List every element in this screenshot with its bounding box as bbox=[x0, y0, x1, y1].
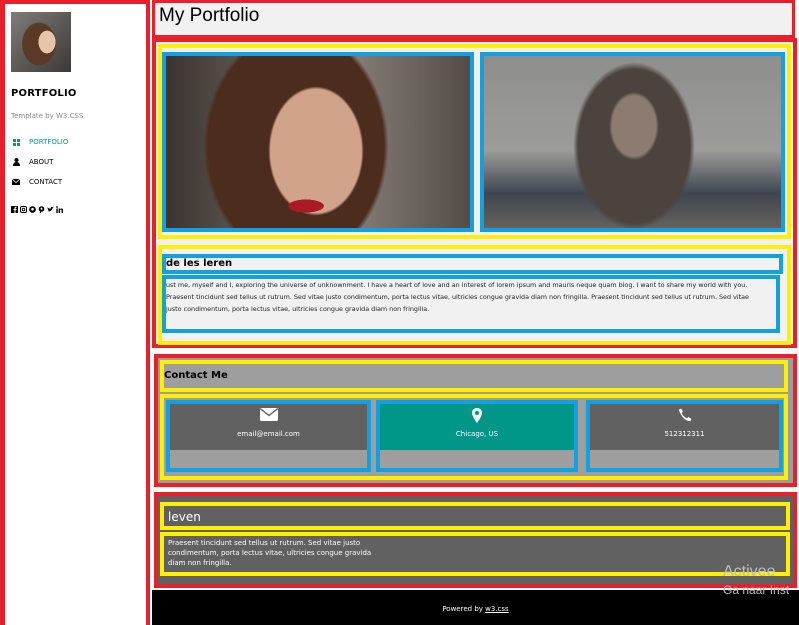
grid-icon bbox=[11, 137, 21, 147]
contact-email: email@email.com bbox=[237, 430, 300, 438]
envelope-icon bbox=[11, 177, 21, 187]
linkedin-icon[interactable] bbox=[56, 198, 63, 213]
watermark-line: Activee bbox=[723, 563, 776, 580]
instagram-icon[interactable] bbox=[20, 198, 27, 213]
about-block: de les leren ust me, myself and I, explo… bbox=[158, 245, 791, 345]
brand-title: PORTFOLIO bbox=[11, 88, 77, 99]
footer-link[interactable]: w3.css bbox=[485, 605, 509, 613]
sidebar-nav: PORTFOLIO ABOUT CONTACT bbox=[11, 132, 141, 192]
main-content: My Portfolio de les leren ust me, myself… bbox=[152, 0, 799, 625]
contact-heading-container: Contact Me bbox=[160, 360, 788, 392]
pinterest-icon[interactable] bbox=[38, 198, 45, 214]
about-text-line: Praesent tincidunt sed tellus ut rutrum.… bbox=[166, 293, 749, 301]
portfolio-photo[interactable] bbox=[162, 52, 474, 232]
portfolio-photo[interactable] bbox=[480, 52, 785, 232]
leven-text: Praesent tincidunt sed tellus ut rutrum.… bbox=[168, 539, 372, 567]
sidebar-item-label: CONTACT bbox=[29, 178, 63, 186]
phone-icon bbox=[590, 408, 779, 424]
twitter-icon[interactable] bbox=[47, 198, 54, 212]
footer-prefix: Powered by bbox=[442, 605, 486, 613]
about-heading: de les leren bbox=[166, 258, 233, 269]
about-text-line: justo condimentum, porta lectus vitae, u… bbox=[166, 305, 430, 313]
map-marker-icon bbox=[380, 408, 574, 424]
user-icon bbox=[11, 157, 21, 167]
contact-cards: email@email.com Chicago, US 512312311 bbox=[160, 394, 788, 480]
sidebar: PORTFOLIO Template by W3.CSS PORTFOLIO A… bbox=[0, 0, 150, 625]
about-text-line: ust me, myself and I, exploring the univ… bbox=[166, 281, 748, 289]
contact-section: Contact Me email@email.com Chicago, US 5… bbox=[154, 354, 797, 487]
about-text-container: ust me, myself and I, exploring the univ… bbox=[162, 275, 780, 333]
social-links bbox=[11, 198, 63, 214]
sidebar-item-label: ABOUT bbox=[29, 158, 54, 166]
portfolio-section: de les leren ust me, myself and I, explo… bbox=[152, 38, 797, 348]
contact-card-email[interactable]: email@email.com bbox=[166, 400, 371, 472]
activation-watermark: Activee Ga naar Inst bbox=[723, 563, 789, 597]
avatar bbox=[11, 12, 71, 72]
leven-heading-container: leven bbox=[160, 502, 790, 530]
tagline: Template by W3.CSS bbox=[11, 112, 84, 120]
sidebar-item-portfolio[interactable]: PORTFOLIO bbox=[11, 132, 141, 152]
sidebar-item-about[interactable]: ABOUT bbox=[11, 152, 141, 172]
leven-section: leven Praesent tincidunt sed tellus ut r… bbox=[154, 492, 797, 588]
contact-card-phone[interactable]: 512312311 bbox=[586, 400, 783, 472]
leven-text-container: Praesent tincidunt sed tellus ut rutrum.… bbox=[160, 532, 790, 576]
contact-card-location[interactable]: Chicago, US bbox=[376, 400, 578, 472]
contact-phone: 512312311 bbox=[664, 430, 705, 438]
header: My Portfolio bbox=[152, 0, 795, 38]
contact-location: Chicago, US bbox=[455, 430, 499, 438]
sidebar-item-contact[interactable]: CONTACT bbox=[11, 172, 141, 192]
sidebar-item-label: PORTFOLIO bbox=[29, 138, 69, 146]
watermark-line: Ga naar Inst bbox=[723, 583, 790, 597]
footer: Powered by w3.css bbox=[152, 590, 799, 625]
snapchat-icon[interactable] bbox=[29, 198, 36, 213]
envelope-icon bbox=[170, 408, 367, 424]
page-title: My Portfolio bbox=[159, 5, 260, 26]
footer-text: Powered by w3.css bbox=[152, 605, 799, 613]
photo-row bbox=[158, 44, 791, 239]
facebook-icon[interactable] bbox=[11, 198, 18, 213]
about-heading-container: de les leren bbox=[162, 254, 783, 274]
leven-heading: leven bbox=[168, 510, 201, 524]
contact-heading: Contact Me bbox=[164, 370, 228, 381]
